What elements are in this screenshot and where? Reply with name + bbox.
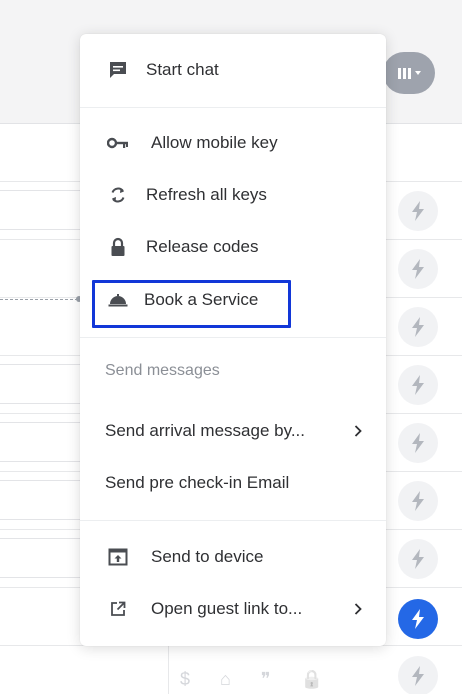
- columns-toggle-button[interactable]: [383, 52, 435, 94]
- device-upload-icon: [106, 545, 130, 569]
- menu-item-allow-mobile-key[interactable]: Allow mobile key: [80, 123, 386, 163]
- columns-icon: [397, 67, 411, 79]
- bolt-icon: [412, 666, 424, 686]
- dollar-icon: $: [180, 668, 191, 689]
- bolt-icon: [412, 259, 424, 279]
- actions-dropdown-menu: Start chat Allow mobile key Refresh all …: [80, 34, 386, 646]
- menu-divider: [80, 337, 386, 338]
- caret-down-icon: [414, 71, 421, 75]
- refresh-icon: [106, 183, 130, 207]
- row-action-button[interactable]: [398, 249, 438, 289]
- external-link-icon: [106, 597, 130, 621]
- bolt-icon: [412, 549, 424, 569]
- row-action-button[interactable]: [398, 539, 438, 579]
- row-action-button-active[interactable]: [398, 599, 438, 639]
- key-icon: [106, 131, 130, 155]
- chat-icon: [106, 58, 130, 82]
- menu-item-book-a-service[interactable]: Book a Service: [80, 280, 386, 320]
- menu-item-send-arrival-message[interactable]: Send arrival message by...: [80, 411, 386, 451]
- row-action-button[interactable]: [398, 481, 438, 521]
- row-action-button[interactable]: [398, 423, 438, 463]
- menu-item-release-codes[interactable]: Release codes: [80, 227, 386, 267]
- bolt-icon: [412, 317, 424, 337]
- menu-item-send-to-device[interactable]: Send to device: [80, 537, 386, 577]
- chevron-right-icon: [353, 424, 363, 438]
- lock-icon: 🔒: [300, 668, 323, 689]
- menu-item-start-chat[interactable]: Start chat: [80, 50, 386, 90]
- row-action-button[interactable]: [398, 191, 438, 231]
- menu-divider: [80, 520, 386, 521]
- app-stage: $ ⌂ ❞ 🔒 Start chat Allow mobile key Refr…: [0, 0, 462, 694]
- menu-item-send-pre-checkin-email[interactable]: Send pre check-in Email: [80, 463, 386, 503]
- menu-item-refresh-all-keys[interactable]: Refresh all keys: [80, 175, 386, 215]
- row-action-button[interactable]: [398, 365, 438, 405]
- section-header-send-messages: Send messages: [105, 362, 220, 379]
- menu-item-open-guest-link[interactable]: Open guest link to...: [80, 589, 386, 629]
- lock-icon: [106, 235, 130, 259]
- bolt-icon: [412, 201, 424, 221]
- menu-divider: [80, 107, 386, 108]
- connector-line: [0, 299, 78, 300]
- bell-icon: [106, 288, 130, 312]
- bolt-icon: [412, 433, 424, 453]
- bolt-icon: [412, 491, 424, 511]
- quote-icon: ❞: [260, 668, 271, 689]
- home-icon: ⌂: [220, 668, 231, 689]
- row-action-button[interactable]: [398, 307, 438, 347]
- bolt-icon: [412, 375, 424, 395]
- bolt-icon: [412, 609, 424, 629]
- chevron-right-icon: [353, 602, 363, 616]
- column-divider: [168, 646, 169, 694]
- row-status-icons: $ ⌂ ❞ 🔒: [180, 665, 323, 693]
- row-action-button[interactable]: [398, 656, 438, 694]
